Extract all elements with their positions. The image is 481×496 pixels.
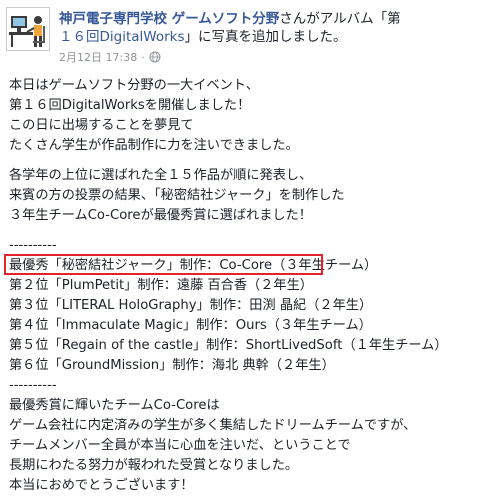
album-title-link[interactable]: １６回DigitalWorks <box>59 29 185 45</box>
post-meta: 2月12日 17:38 · <box>59 49 161 65</box>
post-text-line: チームメンバー全員が本当に心血を注いだ、ということで <box>9 438 351 453</box>
page-name-link[interactable]: 神戸電子専門学校 ゲームソフト分野 <box>59 11 279 27</box>
computer-user-icon <box>7 8 49 50</box>
post-text-line: 第３位「LITERAL HoloGraphy」制作：田渕 晶紀（２年生） <box>9 298 373 313</box>
post-text-line: ---------- <box>9 378 57 393</box>
post-text-line: ３年生チームCo-Coreが最優秀賞に選ばれました！ <box>9 208 312 223</box>
highlight-box <box>4 254 323 275</box>
post-header: 神戸電子専門学校 ゲームソフト分野さんがアルバム「第 <box>59 10 401 28</box>
post-text-line: 第６位「GroundMission」制作：海北 典幹（２年生） <box>9 358 335 373</box>
post-text-line: 第２位「PlumPetit」制作：遠藤 百合香（２年生） <box>9 278 313 293</box>
post-text-line: 第４位「Immaculate Magic」制作：Ours（３年生チーム） <box>9 318 372 333</box>
post-text-line: 本日はゲームソフト分野の一大イベント、 <box>9 78 259 93</box>
post-action-suffix: 」に写真を追加しました。 <box>184 29 347 45</box>
post-text-line: 第５位「Regain of the castle」制作：ShortLivedSo… <box>9 338 448 353</box>
post-timestamp[interactable]: 2月12日 17:38 <box>59 49 137 65</box>
meta-separator: · <box>141 50 145 64</box>
post-text-line: 長期にわたる努力が報われた受賞となりました。 <box>9 458 299 473</box>
post-text-line: たくさん学生が作品制作に力を注いできました。 <box>9 138 299 153</box>
page-avatar[interactable] <box>6 7 50 51</box>
post-action-text: さんがアルバム「第 <box>279 11 401 27</box>
globe-icon[interactable] <box>149 51 161 63</box>
post-text-line: 第１６回DigitalWorksを開催しました！ <box>9 98 251 113</box>
post-text-line: この日に出場することを夢見て <box>9 118 194 133</box>
post-text-line: ---------- <box>9 238 57 253</box>
post-text-line: 来賓の方の投票の結果、「秘密結社ジャーク」を制作した <box>9 188 345 203</box>
post-body: 本日はゲームソフト分野の一大イベント、 第１６回DigitalWorksを開催しま… <box>9 76 475 496</box>
post-header-line-2: １６回DigitalWorks」に写真を追加しました。 <box>59 28 347 46</box>
post-text-line: 各学年の上位に選ばれた全１５作品が順に発表し、 <box>9 168 313 183</box>
post-text-line: 最優秀賞に輝いたチームCo-Coreは <box>9 398 220 413</box>
post-text-line: 本当におめでとうございます！ <box>9 478 194 493</box>
post-text-line: ゲーム会社に内定済みの学生が多く集結したドリームチームですが、 <box>9 418 417 433</box>
